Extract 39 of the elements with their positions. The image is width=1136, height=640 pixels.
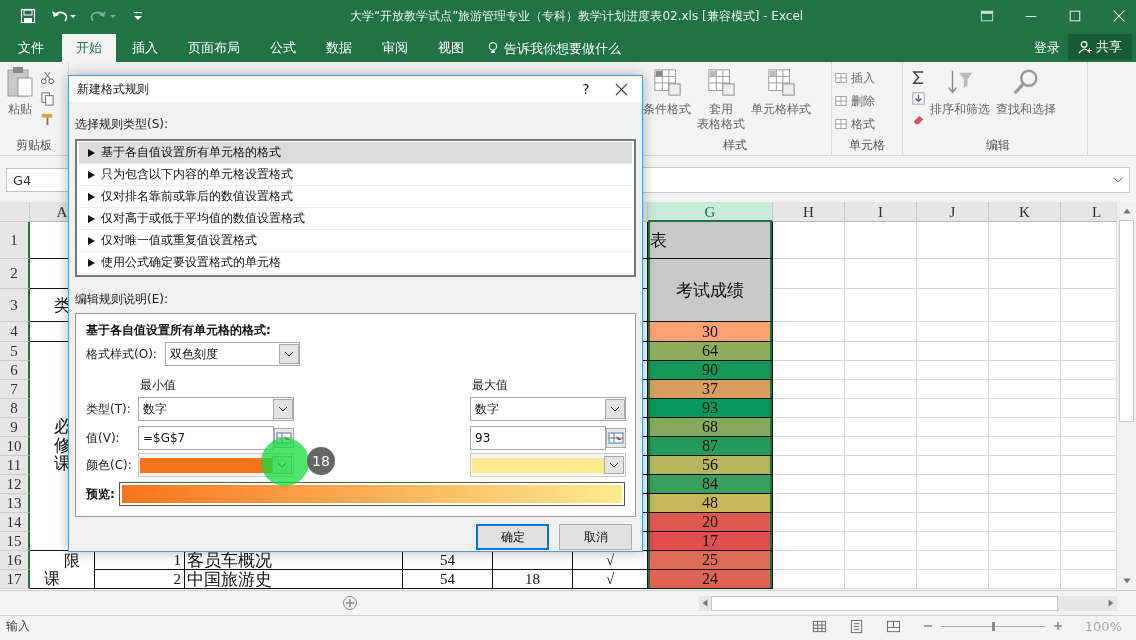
score-cell: 37	[648, 380, 773, 399]
group-label: 单元格	[848, 137, 886, 154]
score-cell: 68	[648, 418, 773, 437]
score-cell: 90	[648, 361, 773, 380]
table-cell: 表	[648, 222, 773, 259]
table-cell: 中国旅游史	[185, 570, 403, 589]
dialog-title: 新建格式规则	[77, 80, 150, 98]
group-label: 编辑	[985, 137, 1011, 154]
score-cell: 17	[648, 532, 773, 551]
score-cell: 64	[648, 342, 773, 361]
column-label: 最小值	[139, 377, 177, 394]
score-cell: 24	[648, 570, 773, 589]
score-cell: 93	[648, 399, 773, 418]
group-label: 剪贴板	[15, 137, 53, 154]
field-label: 类型(T):	[86, 400, 132, 418]
table-cell: 考试成绩	[648, 259, 773, 322]
field-label: 格式样式(O):	[86, 345, 157, 363]
panel-heading: 基于各自值设置所有单元格的格式:	[86, 322, 271, 339]
score-cell: 20	[648, 513, 773, 532]
score-cell: 84	[648, 475, 773, 494]
column-label: 最大值	[471, 377, 509, 394]
score-cell: 87	[648, 437, 773, 456]
table-cell: √	[573, 570, 648, 589]
field-label: 预览:	[86, 485, 115, 503]
score-cell: 56	[648, 456, 773, 475]
window-title: 大学“开放教学试点”旅游管理专业（专科）教学计划进度表02.xls [兼容模式] - Excel	[350, 7, 805, 25]
field-label: 值(V):	[86, 429, 121, 447]
group-label: 样式	[722, 137, 748, 154]
table-cell: 2	[95, 570, 185, 589]
field-label: 颜色(C):	[86, 456, 133, 474]
table-cell: 18	[493, 570, 573, 589]
table-cell-text: 课	[44, 570, 60, 587]
score-cell: 48	[648, 494, 773, 513]
status-text: 输入	[6, 617, 30, 635]
score-cell: 25	[648, 551, 773, 570]
score-cell: 30	[648, 322, 773, 342]
table-cell-text: 限	[64, 552, 80, 569]
table-cell: 54	[403, 570, 493, 589]
section-label: 选择规则类型(S):	[75, 116, 169, 133]
